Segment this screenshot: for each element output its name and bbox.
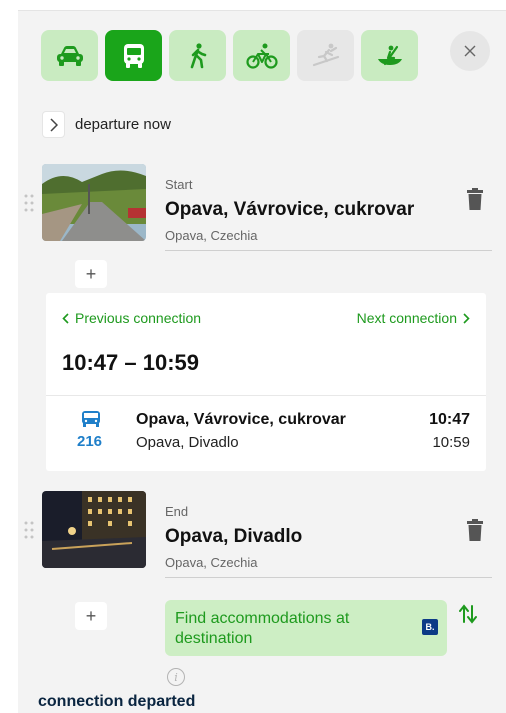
swap-direction-button[interactable]	[459, 604, 477, 629]
end-name[interactable]: Opava, Divadlo	[165, 526, 302, 548]
skiing-icon	[312, 43, 339, 66]
panel-top-border	[18, 10, 506, 11]
leg-from-stop: Opava, Vávrovice, cukrovar	[136, 411, 346, 428]
next-connection-link[interactable]: Next connection	[357, 310, 470, 326]
connection-status: connection departed	[38, 693, 196, 710]
end-underline	[165, 577, 492, 578]
connection-time-range: 10:47 – 10:59	[62, 350, 199, 375]
bus-icon	[81, 410, 101, 432]
line-number: 216	[77, 433, 103, 450]
leg-arrival-time: 10:59	[432, 434, 470, 451]
mode-bus-button[interactable]	[105, 30, 162, 81]
drag-handle-icon[interactable]	[24, 194, 34, 212]
delete-start-button[interactable]	[467, 188, 483, 215]
drag-handle-icon[interactable]	[24, 521, 34, 539]
end-region: Opava, Czechia	[165, 555, 258, 570]
mode-walk-button[interactable]	[169, 30, 226, 81]
car-icon	[56, 45, 83, 66]
chevron-right-icon	[463, 312, 470, 324]
add-waypoint-button[interactable]: +	[75, 260, 107, 288]
previous-connection-label: Previous connection	[75, 310, 202, 326]
plus-icon: +	[85, 605, 97, 626]
end-photo[interactable]	[42, 491, 146, 568]
mode-car-button[interactable]	[41, 30, 98, 81]
close-button[interactable]	[450, 31, 490, 71]
bus-icon	[123, 43, 144, 68]
start-name[interactable]: Opava, Vávrovice, cukrovar	[165, 199, 414, 221]
find-accommodations-button[interactable]: Find accommodations at destination B.	[165, 600, 447, 656]
connection-card: Previous connection Next connection 10:4…	[46, 293, 486, 471]
start-underline	[165, 250, 492, 251]
canoe-icon	[377, 45, 402, 65]
close-icon	[464, 45, 476, 57]
previous-connection-link[interactable]: Previous connection	[62, 310, 201, 326]
start-photo[interactable]	[42, 164, 146, 241]
departure-label: departure now	[75, 116, 171, 133]
start-region: Opava, Czechia	[165, 228, 258, 243]
departure-time-toggle[interactable]: departure now	[42, 111, 171, 138]
expand-button[interactable]	[42, 111, 65, 138]
mode-bike-button[interactable]	[233, 30, 290, 81]
trash-icon	[467, 188, 483, 210]
accommodations-label: Find accommodations at destination	[175, 610, 350, 647]
chevron-right-icon	[49, 117, 58, 132]
start-caption: Start	[165, 177, 193, 192]
leg-to-stop: Opava, Divadlo	[136, 434, 239, 451]
chevron-left-icon	[62, 312, 69, 324]
end-caption: End	[165, 504, 189, 519]
bicycle-icon	[245, 43, 278, 69]
info-icon[interactable]: i	[167, 668, 185, 686]
add-waypoint-button[interactable]: +	[75, 602, 107, 630]
delete-end-button[interactable]	[467, 519, 483, 546]
route-planner-panel: departure now Start Opava, Vávrovice, cu…	[18, 10, 506, 713]
walking-icon	[190, 42, 206, 68]
mode-ski-button[interactable]	[297, 30, 354, 81]
leg-departure-time: 10:47	[429, 411, 470, 428]
trash-icon	[467, 519, 483, 541]
booking-badge-icon: B.	[422, 619, 438, 635]
mode-boat-button[interactable]	[361, 30, 418, 81]
next-connection-label: Next connection	[356, 310, 457, 326]
plus-icon: +	[85, 263, 97, 284]
swap-arrows-icon	[459, 604, 477, 624]
connection-leg[interactable]: 216 Opava, Vávrovice, cukrovar Opava, Di…	[46, 396, 486, 471]
